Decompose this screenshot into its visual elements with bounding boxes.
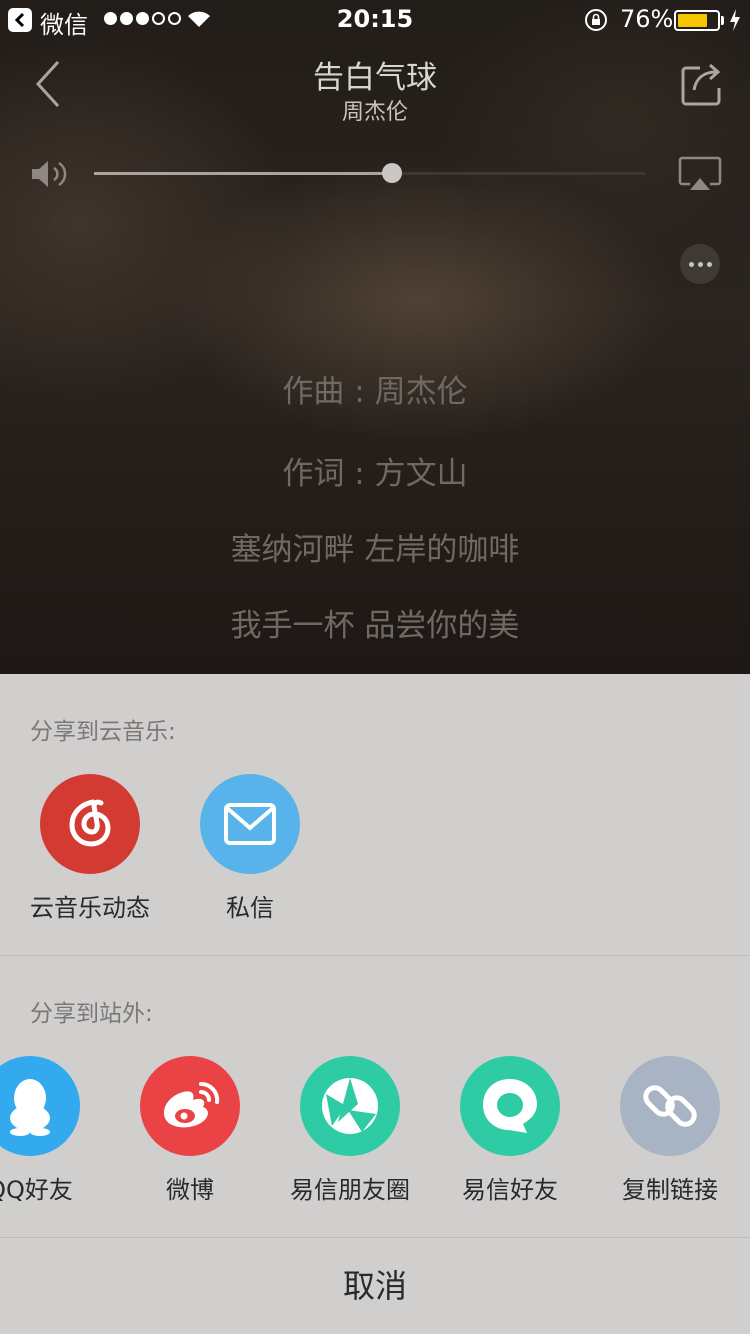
netease-music-icon[interactable] bbox=[40, 774, 140, 874]
share-item-label: 复制链接 bbox=[622, 1176, 718, 1204]
share-item-yixin-friend[interactable]: 易信好友 bbox=[430, 1056, 590, 1205]
volume-slider[interactable] bbox=[94, 163, 646, 183]
share-item-label: 易信朋友圈 bbox=[290, 1176, 410, 1204]
volume-thumb[interactable] bbox=[382, 163, 402, 183]
link-icon[interactable] bbox=[620, 1056, 720, 1156]
lyric-line: 作曲 : 周杰伦 bbox=[282, 374, 468, 410]
share-item-label: QQ好友 bbox=[0, 1176, 73, 1204]
song-title: 告白气球 bbox=[313, 60, 437, 96]
volume-icon bbox=[32, 161, 67, 187]
share-item-cloud-music-feed[interactable]: 云音乐动态 bbox=[10, 774, 170, 923]
rotation-lock-icon bbox=[585, 9, 607, 31]
share-internal-title: 分享到云音乐: bbox=[30, 719, 176, 745]
share-item-label: 私信 bbox=[226, 894, 274, 922]
share-item-label: 微博 bbox=[166, 1176, 214, 1204]
lyric-line: 我手一杯 品尝你的美 bbox=[230, 608, 520, 644]
battery-fill bbox=[678, 14, 707, 27]
lyric-line: 作词 : 方文山 bbox=[282, 456, 468, 492]
battery-tip bbox=[721, 16, 724, 25]
share-item-qq-friend[interactable]: QQ好友 bbox=[0, 1056, 110, 1205]
share-item-label: 易信好友 bbox=[462, 1176, 558, 1204]
yixin-moments-icon[interactable] bbox=[300, 1056, 400, 1156]
song-artist: 周杰伦 bbox=[341, 100, 408, 125]
weibo-icon[interactable] bbox=[140, 1056, 240, 1156]
share-sheet: 分享到云音乐: 云音乐动态 私信 分享到站外: QQ好友 bbox=[0, 674, 750, 1334]
charging-icon bbox=[730, 9, 740, 31]
more-dot bbox=[706, 261, 712, 267]
cancel-button[interactable]: 取消 bbox=[0, 1238, 750, 1334]
share-icon[interactable] bbox=[680, 60, 724, 108]
share-item-yixin-moments[interactable]: 易信朋友圈 bbox=[270, 1056, 430, 1205]
share-item-label: 云音乐动态 bbox=[30, 894, 150, 922]
share-item-copy-link[interactable]: 复制链接 bbox=[590, 1056, 750, 1205]
share-item-direct-message[interactable]: 私信 bbox=[170, 774, 330, 923]
qq-icon[interactable] bbox=[0, 1056, 80, 1156]
section-divider bbox=[0, 955, 750, 956]
more-dot bbox=[697, 261, 703, 267]
airplay-icon[interactable] bbox=[678, 156, 722, 192]
lyric-line: 塞纳河畔 左岸的咖啡 bbox=[230, 532, 520, 568]
yixin-friend-icon[interactable] bbox=[460, 1056, 560, 1156]
volume-fill bbox=[94, 172, 392, 175]
share-item-weibo[interactable]: 微博 bbox=[110, 1056, 270, 1205]
more-dot bbox=[688, 261, 694, 267]
mail-icon[interactable] bbox=[200, 774, 300, 874]
share-external-title: 分享到站外: bbox=[30, 1001, 153, 1027]
battery-percentage: 76% bbox=[620, 5, 674, 33]
status-bar: 微信 20:15 76% bbox=[0, 0, 750, 40]
battery-icon bbox=[674, 10, 720, 31]
more-options-button[interactable] bbox=[680, 244, 720, 284]
